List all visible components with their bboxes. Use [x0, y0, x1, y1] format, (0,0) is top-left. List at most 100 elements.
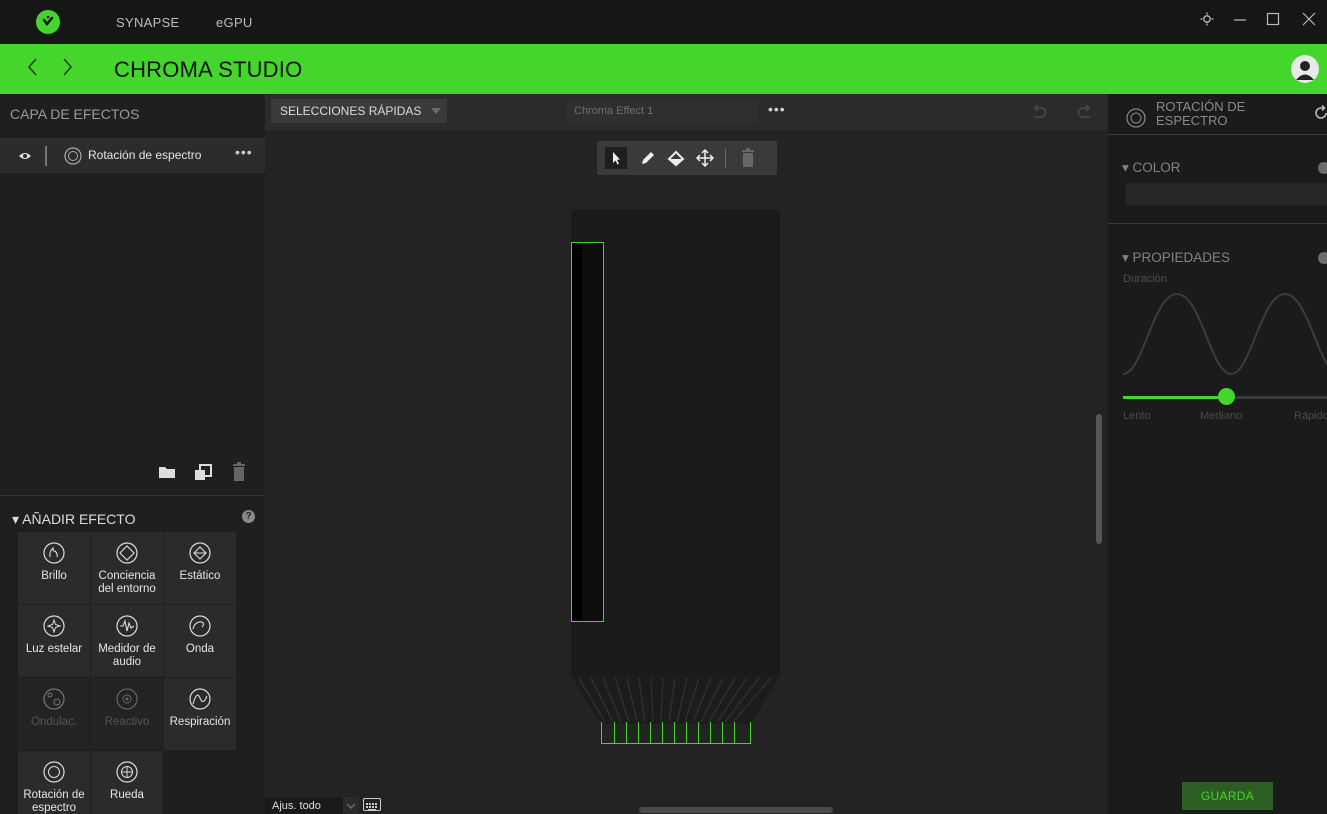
effect-ondulac: Ondulac. — [18, 678, 90, 750]
color-picker-bar[interactable] — [1126, 183, 1327, 205]
reactive-icon — [116, 688, 138, 710]
save-button[interactable]: GUARDA — [1182, 782, 1273, 810]
visibility-eye-icon[interactable] — [18, 149, 32, 163]
divider — [45, 146, 47, 166]
layer-panel-title: CAPA DE EFECTOS — [10, 106, 140, 122]
effect-label: Rueda — [110, 789, 144, 801]
effect-conciencia-del-entorno[interactable]: Conciencia del entorno — [91, 532, 163, 604]
effect-label: Ondulac. — [30, 716, 78, 728]
ripple-icon — [43, 688, 65, 710]
audio-meter-icon — [116, 615, 138, 637]
speed-slider-fill — [1123, 396, 1226, 399]
effect-name-value: Chroma Effect 1 — [574, 105, 654, 117]
trash-icon[interactable] — [232, 462, 246, 487]
effect-label: Conciencia del entorno — [98, 570, 156, 595]
delete-selection-icon[interactable] — [741, 148, 761, 168]
effect-label: Estático — [179, 570, 221, 582]
add-effect-header[interactable]: ▾ AÑADIR EFECTO ? — [0, 495, 265, 535]
duration-wave-graphic — [1122, 289, 1327, 384]
zoom-chevron-down-icon[interactable] — [343, 797, 359, 814]
properties-section-header[interactable]: ▾ PROPIEDADES — [1122, 250, 1230, 266]
starlight-icon — [43, 615, 65, 637]
effect-brillo[interactable]: Brillo — [18, 532, 90, 604]
effect-estatico[interactable]: Estático — [164, 532, 236, 604]
color-section-header[interactable]: ▾ COLOR — [1122, 160, 1181, 176]
layer-item[interactable]: Rotación de espectro ••• — [0, 138, 265, 173]
effect-label: Onda — [185, 643, 215, 655]
ambient-icon — [116, 542, 138, 564]
quick-select-dropdown[interactable]: SELECCIONES RÁPIDAS — [271, 99, 447, 123]
close-icon[interactable] — [1299, 12, 1319, 32]
reset-icon[interactable] — [1313, 104, 1327, 121]
duplicate-icon[interactable] — [194, 464, 212, 487]
tab-egpu[interactable]: eGPU — [216, 15, 253, 30]
redo-icon[interactable] — [1076, 103, 1094, 126]
move-arrows-icon[interactable] — [695, 148, 715, 168]
zoom-value: Ajus. todo — [272, 800, 321, 812]
add-effect-label: AÑADIR EFECTO — [22, 511, 136, 527]
maximize-icon[interactable] — [1263, 12, 1283, 32]
title-bar: SYNAPSE eGPU — [0, 0, 1327, 44]
layer-more-button[interactable]: ••• — [235, 144, 253, 160]
effect-label: Brillo — [41, 570, 67, 582]
led-strip-zone[interactable] — [571, 242, 604, 622]
back-chevron-icon[interactable] — [26, 56, 38, 83]
wheel-icon — [116, 761, 138, 783]
properties-section-label: PROPIEDADES — [1132, 250, 1231, 265]
effect-medidor-de-audio[interactable]: Medidor de audio — [91, 605, 163, 677]
add-effect-title: ▾ AÑADIR EFECTO — [12, 511, 136, 527]
tab-synapse[interactable]: SYNAPSE — [116, 15, 180, 30]
color-section-label: COLOR — [1132, 160, 1181, 175]
effect-onda[interactable]: Onda — [164, 605, 236, 677]
effect-layer-panel: CAPA DE EFECTOS Rotación de espectro •••… — [0, 94, 265, 814]
effect-name-field[interactable]: Chroma Effect 1 — [566, 100, 758, 122]
fire-icon — [43, 542, 65, 564]
spectrum-icon — [43, 761, 65, 783]
fan-led-zone[interactable] — [601, 722, 751, 744]
effect-more-button[interactable]: ••• — [768, 101, 786, 117]
user-avatar-icon[interactable] — [1291, 55, 1319, 83]
keyboard-icon[interactable] — [363, 798, 381, 811]
properties-panel-title: ROTACIÓN DE ESPECTRO — [1156, 99, 1246, 128]
effect-label: Reactivo — [104, 716, 150, 728]
effect-luz-estelar[interactable]: Luz estelar — [18, 605, 90, 677]
minimize-icon[interactable] — [1230, 12, 1250, 32]
forward-chevron-icon[interactable] — [62, 56, 74, 83]
effect-rueda[interactable]: Rueda — [91, 751, 163, 814]
effect-label: Luz estelar — [25, 643, 83, 655]
spectrum-icon — [1126, 108, 1146, 128]
page-header: CHROMA STUDIO — [0, 44, 1327, 94]
effect-properties-panel: ROTACIÓN DE ESPECTRO ▾ COLOR ▾ PROPIEDAD… — [1108, 94, 1327, 814]
dropdown-caret-icon — [431, 108, 441, 114]
horizontal-scrollbar[interactable] — [639, 807, 833, 813]
help-icon[interactable] — [1318, 162, 1327, 174]
toolbox-divider — [725, 148, 726, 168]
duration-label: Duración — [1123, 273, 1168, 285]
undo-icon[interactable] — [1030, 103, 1048, 126]
select-pointer-icon[interactable] — [605, 147, 627, 169]
selection-toolbox — [597, 141, 777, 175]
layer-name: Rotación de espectro — [88, 148, 202, 162]
effect-reactivo: Reactivo — [91, 678, 163, 750]
speed-slider-thumb[interactable] — [1218, 388, 1235, 405]
chroma-canvas: SELECCIONES RÁPIDAS Chroma Effect 1 ••• — [265, 94, 1108, 814]
settings-gear-icon[interactable] — [1197, 12, 1217, 32]
vertical-scrollbar[interactable] — [1096, 414, 1102, 544]
razer-logo-icon — [36, 10, 60, 34]
help-icon[interactable]: ? — [242, 510, 255, 523]
help-icon[interactable] — [1318, 252, 1327, 264]
effect-respiracion[interactable]: Respiración — [164, 678, 236, 750]
speed-label-medium: Mediano — [1200, 410, 1243, 422]
spectrum-icon — [64, 147, 82, 165]
effect-label: Respiración — [169, 716, 231, 728]
effect-label: Medidor de audio — [98, 643, 156, 668]
folder-icon[interactable] — [158, 464, 176, 485]
divider — [1108, 223, 1327, 224]
pencil-icon[interactable] — [638, 148, 658, 168]
quick-select-label: SELECCIONES RÁPIDAS — [280, 104, 422, 118]
zoom-select[interactable]: Ajus. todo — [265, 797, 343, 814]
canvas-toolbar: SELECCIONES RÁPIDAS Chroma Effect 1 ••• — [265, 94, 1108, 130]
effect-rotacion-de-espectro[interactable]: Rotación de espectro — [18, 751, 90, 814]
paint-bucket-icon[interactable] — [666, 148, 686, 168]
speed-label-fast: Rápido — [1294, 410, 1327, 422]
